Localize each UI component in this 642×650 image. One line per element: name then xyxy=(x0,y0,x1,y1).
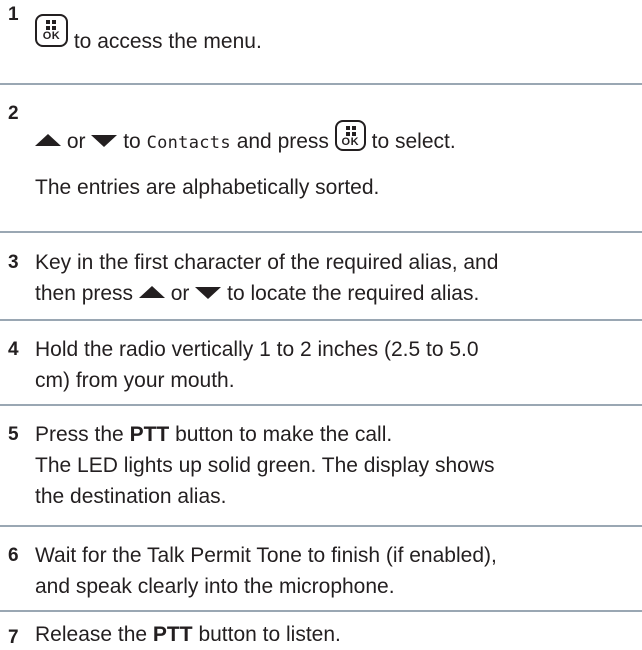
step-number: 6 xyxy=(8,545,19,566)
up-arrow-icon xyxy=(35,134,61,147)
divider xyxy=(0,319,642,321)
step-number: 7 xyxy=(8,627,19,648)
step-number: 4 xyxy=(8,339,19,360)
step-number: 5 xyxy=(8,424,19,445)
divider xyxy=(0,83,642,85)
ptt-button-label: PTT xyxy=(152,623,193,646)
down-arrow-icon xyxy=(91,135,118,148)
divider xyxy=(0,404,642,406)
step-number: 3 xyxy=(8,252,19,273)
contacts-menu-name: Contacts xyxy=(146,133,231,153)
divider xyxy=(0,525,642,527)
step-text: to access the menu. xyxy=(73,30,262,54)
step-number: 1 xyxy=(8,4,19,25)
menu-ok-key-icon: OK xyxy=(334,119,366,151)
divider xyxy=(0,231,642,233)
step-number: 2 xyxy=(8,103,19,124)
step-subtext: The entries are alphabetically sorted. xyxy=(35,176,380,199)
ptt-button-label: PTT xyxy=(129,423,170,446)
divider xyxy=(0,610,642,612)
up-arrow-icon xyxy=(138,286,165,299)
menu-ok-key-icon: OK xyxy=(35,14,68,47)
down-arrow-icon xyxy=(195,287,222,300)
